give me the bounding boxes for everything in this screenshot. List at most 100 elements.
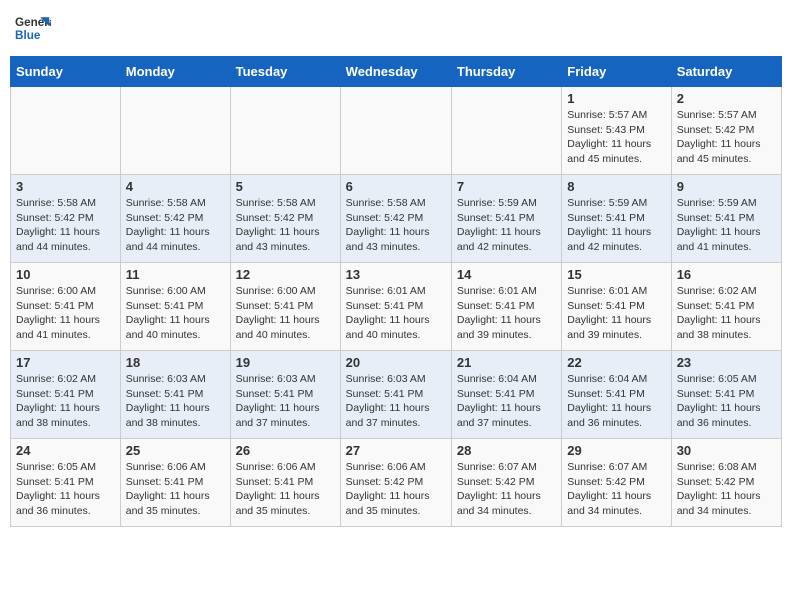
- header-day: Thursday: [451, 57, 561, 87]
- calendar-week: 1Sunrise: 5:57 AMSunset: 5:43 PMDaylight…: [11, 87, 782, 175]
- calendar-cell: 21Sunrise: 6:04 AMSunset: 5:41 PMDayligh…: [451, 351, 561, 439]
- day-number: 2: [677, 91, 776, 106]
- calendar-cell: 9 Sunrise: 5:59 AMSunset: 5:41 PMDaylight…: [671, 175, 781, 263]
- day-info: Sunrise: 6:08 AMSunset: 5:42 PMDaylight:…: [677, 460, 776, 519]
- calendar-cell: 24 Sunrise: 6:05 AMSunset: 5:41 PMDayligh…: [11, 439, 121, 527]
- day-info: Sunrise: 6:02 AMSunset: 5:41 PMDaylight:…: [16, 372, 115, 431]
- page-header: General Blue: [10, 10, 782, 46]
- day-number: 1: [567, 91, 665, 106]
- day-info: Sunrise: 6:03 AMSunset: 5:41 PMDaylight:…: [236, 372, 335, 431]
- calendar-cell: 3Sunrise: 5:58 AMSunset: 5:42 PMDaylight…: [11, 175, 121, 263]
- day-info: Sunrise: 6:01 AMSunset: 5:41 PMDaylight:…: [457, 284, 556, 343]
- calendar-cell: 12 Sunrise: 6:00 AMSunset: 5:41 PMDayligh…: [230, 263, 340, 351]
- calendar-week: 3Sunrise: 5:58 AMSunset: 5:42 PMDaylight…: [11, 175, 782, 263]
- day-info: Sunrise: 6:02 AMSunset: 5:41 PMDaylight:…: [677, 284, 776, 343]
- day-number: 16: [677, 267, 776, 282]
- day-number: 28: [457, 443, 556, 458]
- day-number: 12: [236, 267, 335, 282]
- day-number: 9: [677, 179, 776, 194]
- day-number: 19: [236, 355, 335, 370]
- day-number: 24: [16, 443, 115, 458]
- calendar-cell: [120, 87, 230, 175]
- day-info: Sunrise: 6:05 AMSunset: 5:41 PMDaylight:…: [677, 372, 776, 431]
- calendar-week: 10 Sunrise: 6:00 AMSunset: 5:41 PMDayligh…: [11, 263, 782, 351]
- day-info: Sunrise: 6:06 AMSunset: 5:42 PMDaylight:…: [346, 460, 446, 519]
- calendar-cell: 22 Sunrise: 6:04 AMSunset: 5:41 PMDayligh…: [562, 351, 671, 439]
- calendar-cell: 30 Sunrise: 6:08 AMSunset: 5:42 PMDayligh…: [671, 439, 781, 527]
- calendar-cell: 27Sunrise: 6:06 AMSunset: 5:42 PMDayligh…: [340, 439, 451, 527]
- calendar-cell: 14 Sunrise: 6:01 AMSunset: 5:41 PMDayligh…: [451, 263, 561, 351]
- calendar-cell: 20 Sunrise: 6:03 AMSunset: 5:41 PMDayligh…: [340, 351, 451, 439]
- day-info: Sunrise: 5:58 AMSunset: 5:42 PMDaylight:…: [236, 196, 335, 255]
- calendar-table: SundayMondayTuesdayWednesdayThursdayFrid…: [10, 56, 782, 527]
- day-number: 22: [567, 355, 665, 370]
- day-info: Sunrise: 5:58 AMSunset: 5:42 PMDaylight:…: [16, 196, 115, 255]
- day-number: 7: [457, 179, 556, 194]
- calendar-cell: 8Sunrise: 5:59 AMSunset: 5:41 PMDaylight…: [562, 175, 671, 263]
- calendar-week: 17 Sunrise: 6:02 AMSunset: 5:41 PMDayligh…: [11, 351, 782, 439]
- day-info: Sunrise: 5:59 AMSunset: 5:41 PMDaylight:…: [457, 196, 556, 255]
- calendar-cell: 4 Sunrise: 5:58 AMSunset: 5:42 PMDaylight…: [120, 175, 230, 263]
- day-info: Sunrise: 6:00 AMSunset: 5:41 PMDaylight:…: [126, 284, 225, 343]
- day-number: 26: [236, 443, 335, 458]
- day-info: Sunrise: 6:01 AMSunset: 5:41 PMDaylight:…: [346, 284, 446, 343]
- calendar-cell: [451, 87, 561, 175]
- day-number: 4: [126, 179, 225, 194]
- day-number: 14: [457, 267, 556, 282]
- day-info: Sunrise: 6:06 AMSunset: 5:41 PMDaylight:…: [126, 460, 225, 519]
- logo-icon: General Blue: [15, 10, 51, 46]
- day-number: 17: [16, 355, 115, 370]
- day-info: Sunrise: 6:06 AMSunset: 5:41 PMDaylight:…: [236, 460, 335, 519]
- header-day: Monday: [120, 57, 230, 87]
- calendar-cell: [11, 87, 121, 175]
- calendar-cell: 28 Sunrise: 6:07 AMSunset: 5:42 PMDayligh…: [451, 439, 561, 527]
- day-info: Sunrise: 6:07 AMSunset: 5:42 PMDaylight:…: [457, 460, 556, 519]
- calendar-header: SundayMondayTuesdayWednesdayThursdayFrid…: [11, 57, 782, 87]
- calendar-cell: 19 Sunrise: 6:03 AMSunset: 5:41 PMDayligh…: [230, 351, 340, 439]
- calendar-cell: 26 Sunrise: 6:06 AMSunset: 5:41 PMDayligh…: [230, 439, 340, 527]
- header-row: SundayMondayTuesdayWednesdayThursdayFrid…: [11, 57, 782, 87]
- day-info: Sunrise: 6:04 AMSunset: 5:41 PMDaylight:…: [567, 372, 665, 431]
- calendar-cell: 18Sunrise: 6:03 AMSunset: 5:41 PMDayligh…: [120, 351, 230, 439]
- calendar-cell: [340, 87, 451, 175]
- day-info: Sunrise: 5:59 AMSunset: 5:41 PMDaylight:…: [567, 196, 665, 255]
- calendar-week: 24 Sunrise: 6:05 AMSunset: 5:41 PMDayligh…: [11, 439, 782, 527]
- calendar-cell: 17 Sunrise: 6:02 AMSunset: 5:41 PMDayligh…: [11, 351, 121, 439]
- svg-text:Blue: Blue: [15, 29, 41, 42]
- calendar-cell: 7 Sunrise: 5:59 AMSunset: 5:41 PMDaylight…: [451, 175, 561, 263]
- day-number: 30: [677, 443, 776, 458]
- day-info: Sunrise: 6:03 AMSunset: 5:41 PMDaylight:…: [126, 372, 225, 431]
- header-day: Tuesday: [230, 57, 340, 87]
- day-info: Sunrise: 6:00 AMSunset: 5:41 PMDaylight:…: [236, 284, 335, 343]
- header-day: Sunday: [11, 57, 121, 87]
- calendar-cell: 10 Sunrise: 6:00 AMSunset: 5:41 PMDayligh…: [11, 263, 121, 351]
- header-day: Friday: [562, 57, 671, 87]
- day-info: Sunrise: 6:03 AMSunset: 5:41 PMDaylight:…: [346, 372, 446, 431]
- day-number: 6: [346, 179, 446, 194]
- day-number: 21: [457, 355, 556, 370]
- calendar-cell: 13 Sunrise: 6:01 AMSunset: 5:41 PMDayligh…: [340, 263, 451, 351]
- calendar-cell: 11Sunrise: 6:00 AMSunset: 5:41 PMDayligh…: [120, 263, 230, 351]
- day-info: Sunrise: 5:57 AMSunset: 5:42 PMDaylight:…: [677, 108, 776, 167]
- calendar-cell: 16 Sunrise: 6:02 AMSunset: 5:41 PMDayligh…: [671, 263, 781, 351]
- calendar-cell: 1Sunrise: 5:57 AMSunset: 5:43 PMDaylight…: [562, 87, 671, 175]
- day-info: Sunrise: 5:59 AMSunset: 5:41 PMDaylight:…: [677, 196, 776, 255]
- calendar-cell: 25 Sunrise: 6:06 AMSunset: 5:41 PMDayligh…: [120, 439, 230, 527]
- day-number: 13: [346, 267, 446, 282]
- day-number: 5: [236, 179, 335, 194]
- calendar-cell: 5 Sunrise: 5:58 AMSunset: 5:42 PMDaylight…: [230, 175, 340, 263]
- day-info: Sunrise: 6:00 AMSunset: 5:41 PMDaylight:…: [16, 284, 115, 343]
- calendar-cell: 2 Sunrise: 5:57 AMSunset: 5:42 PMDaylight…: [671, 87, 781, 175]
- day-number: 29: [567, 443, 665, 458]
- day-number: 10: [16, 267, 115, 282]
- calendar-cell: 6 Sunrise: 5:58 AMSunset: 5:42 PMDaylight…: [340, 175, 451, 263]
- day-number: 25: [126, 443, 225, 458]
- day-info: Sunrise: 5:58 AMSunset: 5:42 PMDaylight:…: [126, 196, 225, 255]
- day-number: 20: [346, 355, 446, 370]
- day-info: Sunrise: 6:05 AMSunset: 5:41 PMDaylight:…: [16, 460, 115, 519]
- calendar-cell: [230, 87, 340, 175]
- header-day: Saturday: [671, 57, 781, 87]
- calendar-cell: 23Sunrise: 6:05 AMSunset: 5:41 PMDayligh…: [671, 351, 781, 439]
- calendar-body: 1Sunrise: 5:57 AMSunset: 5:43 PMDaylight…: [11, 87, 782, 527]
- day-info: Sunrise: 5:58 AMSunset: 5:42 PMDaylight:…: [346, 196, 446, 255]
